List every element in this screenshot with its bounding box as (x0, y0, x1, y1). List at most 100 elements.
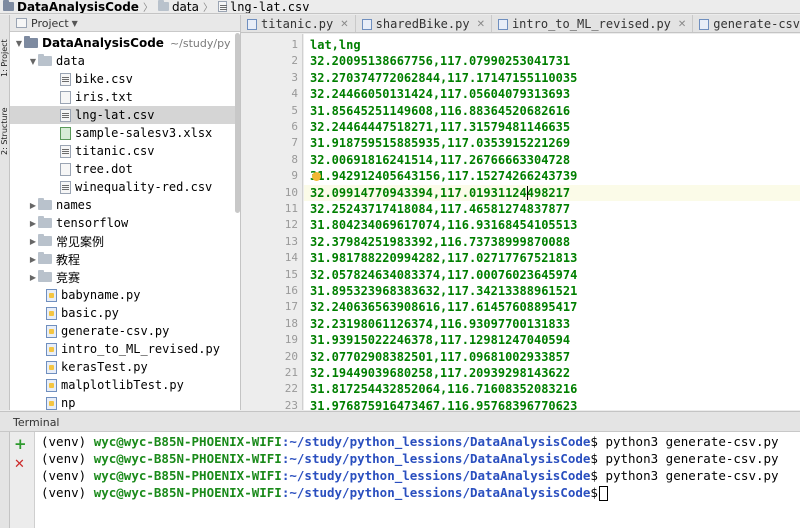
close-tab-icon[interactable]: ✕ (340, 19, 348, 30)
new-session-add-icon[interactable]: + (14, 436, 27, 452)
tree-file-item[interactable]: sample-salesv3.xlsx (10, 124, 240, 142)
line-number: 13 (284, 234, 298, 248)
breadcrumb-folder[interactable]: data (155, 0, 201, 13)
close-session-icon[interactable]: ✕ (14, 457, 25, 473)
editor-tab[interactable]: intro_to_ML_revised.py ✕ (491, 15, 694, 32)
code-line: 31.918759515885935,117.0353915221269 (310, 136, 571, 151)
tree-item-label: sample-salesv3.xlsx (75, 126, 213, 140)
breadcrumb-file[interactable]: lng-lat.csv (215, 0, 311, 13)
breadcrumb-separator-icon: 〉 (142, 3, 153, 14)
project-folder-icon (24, 36, 38, 48)
tree-item-label: 竞赛 (56, 270, 81, 285)
chevron-right-icon[interactable]: ▶ (28, 219, 38, 228)
line-number: 17 (284, 300, 298, 314)
terminal-command: $ python3 generate-csv.py (590, 468, 779, 483)
tree-file-item[interactable]: winequality-red.csv (10, 178, 240, 196)
line-number: 15 (284, 267, 298, 281)
tree-file-item[interactable]: iris.txt (10, 88, 240, 106)
folder-icon (38, 198, 52, 210)
tree-item-label: bike.csv (75, 72, 133, 86)
tree-item-label: basic.py (61, 306, 119, 320)
tree-item-label: DataAnalysisCode (42, 36, 164, 50)
chevron-right-icon[interactable]: ▶ (28, 273, 38, 282)
code-line: 32.25243717418084,117.46581274837877 (310, 202, 571, 216)
tree-folder-item[interactable]: ▶ 常见案例 (10, 232, 240, 250)
chevron-down-icon[interactable]: ▼ (14, 39, 24, 48)
editor-tab[interactable]: sharedBike.py ✕ (355, 15, 492, 32)
tree-folder-item[interactable]: ▶ 教程 (10, 250, 240, 268)
tree-item-label: kerasTest.py (61, 360, 148, 374)
tree-item-label: names (56, 198, 93, 212)
tree-folder-item[interactable]: ▶ 竞赛 (10, 268, 240, 286)
py-file-icon (46, 342, 57, 356)
code-line: 31.804234069617074,116.93168454105513 (310, 218, 578, 233)
chevron-right-icon[interactable]: ▶ (28, 201, 38, 210)
chevron-down-icon[interactable]: ▼ (72, 19, 78, 28)
terminal-title[interactable]: Terminal (13, 416, 60, 429)
editor-tab[interactable]: generate-csv.py✕ (693, 15, 800, 32)
code-line: lat,lng (310, 38, 361, 52)
line-number: 23 (284, 398, 298, 410)
code-line: 31.817254432852064,116.71608352083216 (310, 382, 578, 397)
project-scrollbar[interactable] (235, 33, 240, 213)
folder-icon (38, 252, 52, 264)
tree-file-item[interactable]: bike.csv (10, 70, 240, 88)
tree-file-item[interactable]: titanic.csv (10, 142, 240, 160)
structure-tool-tab[interactable]: 2: Structure (0, 85, 10, 155)
terminal-venv-prefix: (venv) (41, 434, 94, 449)
tree-root-project[interactable]: ▼ DataAnalysisCode ~/study/py (10, 34, 240, 52)
terminal-header: Terminal (0, 411, 800, 432)
close-tab-icon[interactable]: ✕ (477, 19, 485, 30)
code-line: 32.20095138667756,117.07990253041731 (310, 54, 571, 69)
tree-item-label: iris.txt (75, 90, 133, 104)
tree-file-item[interactable]: kerasTest.py (10, 358, 240, 376)
project-tool-tab[interactable]: 1: Project (0, 17, 10, 77)
tree-file-item[interactable]: babyname.py (10, 286, 240, 304)
tree-item-label: data (56, 54, 85, 68)
py-file-icon (46, 360, 57, 374)
code-line: 31.93915022246378,117.12981247040594 (310, 333, 571, 348)
tree-file-item[interactable]: basic.py (10, 304, 240, 322)
terminal-command: $ (590, 485, 598, 500)
chevron-down-icon[interactable]: ▼ (28, 57, 38, 66)
breadcrumb-root[interactable]: DataAnalysisCode (0, 0, 141, 13)
code-editor[interactable]: lat,lng 32.20095138667756,117.07990253041… (304, 34, 800, 410)
csv-file-icon (217, 1, 227, 12)
terminal-host: wyc@wyc-B85N-PHOENIX-WIFI (93, 485, 282, 500)
tree-file-item[interactable]: np (10, 394, 240, 410)
folder-icon (38, 270, 52, 282)
close-tab-icon[interactable]: ✕ (678, 19, 686, 30)
tree-file-item[interactable]: lng-lat.csv (10, 106, 240, 124)
csv-file-icon (60, 108, 71, 122)
chevron-right-icon[interactable]: ▶ (28, 255, 38, 264)
line-number: 5 (291, 103, 298, 117)
code-line: 31.981788220994282,117.02717767521813 (310, 251, 578, 266)
tree-folder-data[interactable]: ▼ data (10, 52, 240, 70)
editor-gutter: 123456789101112131415161718192021222324 (241, 34, 303, 410)
line-number: 12 (284, 218, 298, 232)
terminal-path: :~/study/python_lessions/DataAnalysisCod… (281, 485, 591, 500)
code-line: 32.270374772062844,117.17147155110035 (310, 70, 578, 85)
tree-file-item[interactable]: intro_to_ML_revised.py (10, 340, 240, 358)
py-file-icon (46, 288, 57, 302)
code-line: 32.37984251983392,116.73738999870088 (310, 234, 571, 249)
code-line: 32.07702908382501,117.09681002933857 (310, 349, 571, 364)
python-file-icon (497, 18, 508, 30)
tree-item-label: babyname.py (61, 288, 141, 302)
csv-file-icon (60, 180, 71, 194)
terminal-line: (venv) wyc@wyc-B85N-PHOENIX-WIFI:~/study… (41, 433, 779, 450)
chevron-right-icon[interactable]: ▶ (28, 237, 38, 246)
project-panel-title: Project (31, 16, 69, 30)
tree-folder-item[interactable]: ▶ names (10, 196, 240, 214)
tree-file-item[interactable]: malplotlibTest.py (10, 376, 240, 394)
line-number: 11 (284, 202, 298, 215)
project-panel-header[interactable]: Project ▼ (10, 15, 240, 32)
tree-file-item[interactable]: generate-csv.py (10, 322, 240, 340)
editor-tab[interactable]: titanic.py ✕ (241, 15, 356, 32)
folder-icon (157, 0, 169, 11)
tree-folder-item[interactable]: ▶ tensorflow (10, 214, 240, 232)
code-line: 32.09914770943394,117.01931124498217 (310, 185, 571, 200)
tree-file-item[interactable]: tree.dot (10, 160, 240, 178)
text-caret (527, 185, 528, 200)
terminal-output[interactable]: (venv) wyc@wyc-B85N-PHOENIX-WIFI:~/study… (35, 432, 800, 528)
